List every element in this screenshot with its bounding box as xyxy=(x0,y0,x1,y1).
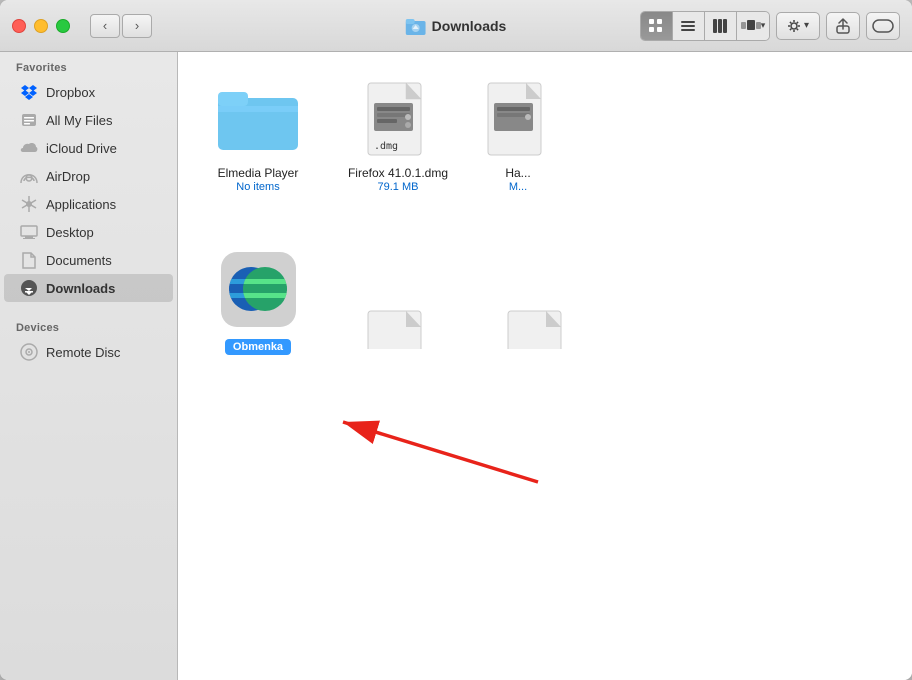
tag-button[interactable] xyxy=(866,12,900,40)
all-files-icon xyxy=(20,111,38,129)
file-item-bottom-right[interactable] xyxy=(478,301,598,363)
sidebar-item-label: Desktop xyxy=(46,225,94,240)
sidebar-item-label: iCloud Drive xyxy=(46,141,117,156)
obmenka-icon-bg xyxy=(221,252,296,327)
file-item-firefox[interactable]: .dmg Firefox 41.0.1.dmg 79.1 MB xyxy=(338,72,458,201)
file-item-bottom-left[interactable] xyxy=(338,301,458,363)
sidebar-item-documents[interactable]: Documents xyxy=(4,246,173,274)
tag-icon xyxy=(872,19,894,33)
obmenka-label: Obmenka xyxy=(225,339,291,355)
sidebar-item-downloads[interactable]: Downloads xyxy=(4,274,173,302)
view-toggle-group: ▾ xyxy=(640,11,770,41)
arrange-dropdown[interactable]: ▾ xyxy=(776,12,820,40)
minimize-button[interactable] xyxy=(34,19,48,33)
file-subtitle-partial: M... xyxy=(509,181,527,193)
file-item-obmenka[interactable]: Obmenka xyxy=(198,241,318,363)
coverflow-icon xyxy=(741,18,761,34)
maximize-button[interactable] xyxy=(56,19,70,33)
window-title-area: Downloads xyxy=(406,16,507,36)
applications-icon xyxy=(20,195,38,213)
list-icon xyxy=(680,18,696,34)
sidebar-item-label: Dropbox xyxy=(46,85,95,100)
sidebar: Favorites Dropbox xyxy=(0,52,178,680)
sidebar-item-all-my-files[interactable]: All My Files xyxy=(4,106,173,134)
bottom-right-icon xyxy=(498,309,578,349)
svg-text:.dmg: .dmg xyxy=(374,141,398,152)
sidebar-item-applications[interactable]: Applications xyxy=(4,190,173,218)
sidebar-item-desktop[interactable]: Desktop xyxy=(4,218,173,246)
dropbox-icon xyxy=(20,83,38,101)
sidebar-item-label: All My Files xyxy=(46,113,112,128)
folder-icon-elmedia xyxy=(218,80,298,160)
sidebar-item-label: Downloads xyxy=(46,281,115,296)
file-subtitle-elmedia: No items xyxy=(236,181,279,193)
sidebar-item-icloud-drive[interactable]: iCloud Drive xyxy=(4,134,173,162)
file-name-elmedia: Elmedia Player xyxy=(218,166,299,180)
file-item-partial[interactable]: Ha... M... xyxy=(478,72,558,201)
columns-icon xyxy=(712,18,728,34)
favorites-section-label: Favorites xyxy=(0,52,177,78)
nav-buttons: ‹ › xyxy=(90,14,152,38)
coverflow-view-button[interactable]: ▾ xyxy=(737,12,769,40)
sidebar-item-remote-disc[interactable]: Remote Disc xyxy=(4,338,173,366)
bottom-left-icon xyxy=(358,309,438,349)
disc-icon xyxy=(20,343,38,361)
column-view-button[interactable] xyxy=(705,12,737,40)
title-folder-icon xyxy=(406,16,426,36)
sidebar-item-label: Documents xyxy=(46,253,112,268)
share-button[interactable] xyxy=(826,12,860,40)
toolbar-right: ▾ ▾ xyxy=(640,11,900,41)
sidebar-item-dropbox[interactable]: Dropbox xyxy=(4,78,173,106)
traffic-lights xyxy=(12,19,70,33)
dmg-icon-firefox: .dmg xyxy=(358,80,438,160)
window-title: Downloads xyxy=(432,18,507,34)
close-button[interactable] xyxy=(12,19,26,33)
forward-button[interactable]: › xyxy=(122,14,152,38)
dmg-icon-partial xyxy=(478,80,558,160)
file-grid: Elmedia Player No items xyxy=(198,72,892,363)
documents-icon xyxy=(20,251,38,269)
app-icon-obmenka xyxy=(218,249,298,329)
airdrop-icon xyxy=(20,167,38,185)
desktop-icon xyxy=(20,223,38,241)
list-view-button[interactable] xyxy=(673,12,705,40)
file-subtitle-firefox: 79.1 MB xyxy=(378,181,419,193)
sidebar-item-label: Applications xyxy=(46,197,116,212)
file-area: Elmedia Player No items xyxy=(178,52,912,680)
back-button[interactable]: ‹ xyxy=(90,14,120,38)
downloads-icon xyxy=(20,279,38,297)
grid-icon xyxy=(648,18,664,34)
sidebar-item-label: AirDrop xyxy=(46,169,90,184)
devices-section-label: Devices xyxy=(0,312,177,338)
finder-window: ‹ › Downloads xyxy=(0,0,912,680)
sidebar-item-label: Remote Disc xyxy=(46,345,120,360)
icon-view-button[interactable] xyxy=(641,12,673,40)
file-name-partial: Ha... xyxy=(505,166,530,180)
gear-icon xyxy=(787,19,801,33)
file-item-elmedia[interactable]: Elmedia Player No items xyxy=(198,72,318,201)
file-name-firefox: Firefox 41.0.1.dmg xyxy=(348,166,448,180)
icloud-icon xyxy=(20,139,38,157)
titlebar: ‹ › Downloads xyxy=(0,0,912,52)
share-icon xyxy=(836,18,850,34)
main-content: Favorites Dropbox xyxy=(0,52,912,680)
sidebar-item-airdrop[interactable]: AirDrop xyxy=(4,162,173,190)
